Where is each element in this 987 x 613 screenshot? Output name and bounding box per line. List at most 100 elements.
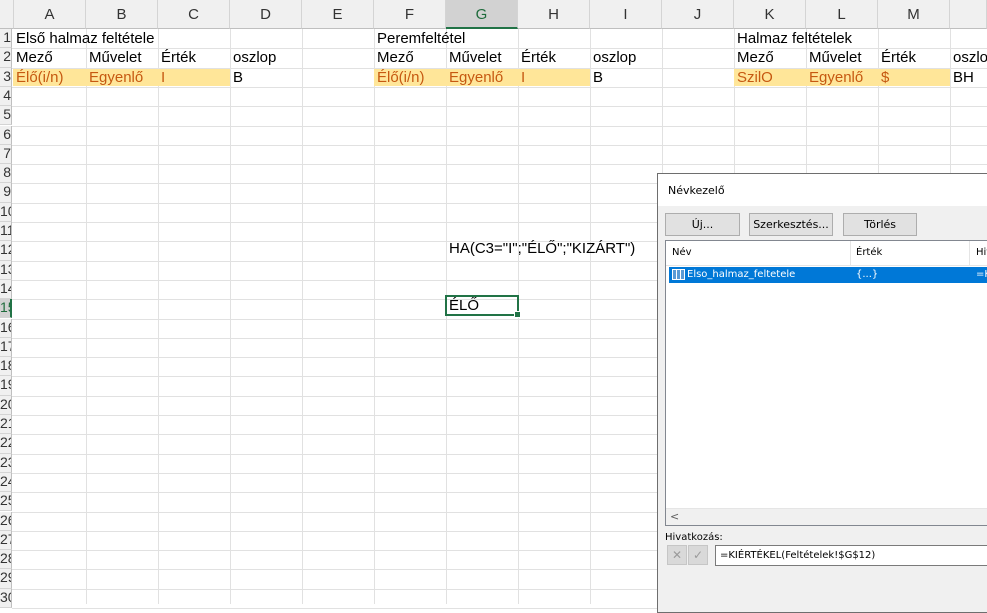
scroll-left-icon[interactable]: < [670, 510, 679, 523]
row-header-7[interactable]: 7 [0, 144, 12, 165]
column-header-H[interactable]: H [518, 0, 590, 29]
row-header-15[interactable]: 15 [0, 299, 12, 319]
names-list[interactable]: Név Érték Hiv Elso_halmaz_feltetele {...… [665, 240, 987, 526]
cell-L3[interactable]: Egyenlő [806, 69, 878, 86]
column-header-E[interactable]: E [302, 0, 374, 29]
cell-H2[interactable]: Érték [518, 49, 556, 66]
cell-A3[interactable]: Élő(i/n) [13, 69, 86, 86]
cell-H3[interactable]: I [518, 69, 590, 86]
cell-K3[interactable]: SzilO [734, 69, 806, 86]
cell-N3[interactable]: BH [950, 69, 974, 86]
cell-F2[interactable]: Mező [374, 49, 414, 66]
cell-G3[interactable]: Egyenlő [446, 69, 518, 86]
column-header-F[interactable]: F [374, 0, 446, 29]
cancel-edit-button[interactable]: ✕ [667, 545, 687, 565]
row-header-30[interactable]: 30 [0, 588, 12, 608]
row-header-29[interactable]: 29 [0, 569, 12, 589]
delete-name-button[interactable]: Törlés [843, 213, 917, 236]
names-list-header: Név Érték Hiv [666, 241, 987, 266]
row-header-19[interactable]: 19 [0, 376, 12, 396]
row-header-11[interactable]: 11 [0, 222, 12, 242]
cell-A1[interactable]: Első halmaz feltétele [13, 30, 154, 47]
column-header-G[interactable]: G [446, 0, 518, 29]
row-header-3[interactable]: 3 [0, 67, 12, 87]
column-gridline [374, 29, 375, 604]
reference-label: Hivatkozás: [665, 532, 723, 543]
new-name-button[interactable]: Új... [665, 213, 740, 236]
confirm-edit-button[interactable]: ✓ [688, 545, 708, 565]
column-header-K[interactable]: K [734, 0, 806, 29]
active-cell-G15[interactable]: ÉLŐ [445, 295, 521, 318]
column-header-B[interactable]: B [86, 0, 158, 29]
column-value-header[interactable]: Érték [856, 241, 882, 265]
cell-F1[interactable]: Peremfeltétel [374, 30, 465, 47]
header-separator[interactable] [969, 241, 970, 265]
column-header-N[interactable] [950, 0, 987, 29]
cell-C2[interactable]: Érték [158, 49, 196, 66]
cell-C3[interactable]: I [158, 69, 230, 86]
column-header-A[interactable]: A [14, 0, 86, 29]
cell-L2[interactable]: Művelet [806, 49, 862, 66]
row-header-22[interactable]: 22 [0, 434, 12, 454]
row-header-13[interactable]: 13 [0, 260, 12, 280]
dialog-title: Névkezelő [668, 184, 725, 197]
row-header-26[interactable]: 26 [0, 511, 12, 531]
row-header-8[interactable]: 8 [0, 164, 12, 184]
cell-K1[interactable]: Halmaz feltételek [734, 30, 852, 47]
row-header-20[interactable]: 20 [0, 395, 12, 415]
cell-A2[interactable]: Mező [13, 49, 53, 66]
select-all-corner[interactable] [0, 0, 14, 29]
cell-G12[interactable]: HA(C3="I";"ÉLŐ";"KIZÁRT") [446, 240, 635, 257]
cell-I2[interactable]: oszlop [590, 49, 636, 66]
row-header-23[interactable]: 23 [0, 453, 12, 473]
row-header-1[interactable]: 1 [0, 29, 12, 49]
column-header-D[interactable]: D [230, 0, 302, 29]
name-row[interactable]: Elso_halmaz_feltetele {...} =K [669, 267, 987, 283]
row-header-28[interactable]: 28 [0, 550, 12, 570]
row-header-5[interactable]: 5 [0, 106, 12, 126]
cell-D2[interactable]: oszlop [230, 49, 276, 66]
column-gridline [86, 29, 87, 604]
table-name-icon [672, 269, 685, 280]
cell-F3[interactable]: Élő(i/n) [374, 69, 446, 86]
cell-D3[interactable]: B [230, 69, 243, 86]
column-header-J[interactable]: J [662, 0, 734, 29]
row-header-6[interactable]: 6 [0, 125, 12, 145]
fill-handle[interactable] [514, 311, 521, 318]
header-separator[interactable] [850, 241, 851, 265]
column-name-header[interactable]: Név [672, 241, 692, 265]
row-header-21[interactable]: 21 [0, 415, 12, 435]
row-header-2[interactable]: 2 [0, 48, 12, 68]
column-gridline [158, 29, 159, 604]
cell-G2[interactable]: Művelet [446, 49, 502, 66]
column-header-I[interactable]: I [590, 0, 662, 29]
row-header-25[interactable]: 25 [0, 492, 12, 512]
cell-K2[interactable]: Mező [734, 49, 774, 66]
row-header-14[interactable]: 14 [0, 279, 12, 300]
row-header-9[interactable]: 9 [0, 183, 12, 203]
cell-M2[interactable]: Érték [878, 49, 916, 66]
cell-B3[interactable]: Egyenlő [86, 69, 158, 86]
x-icon: ✕ [671, 548, 683, 562]
horizontal-scrollbar[interactable]: < [666, 508, 987, 525]
reference-input[interactable]: =KIÉRTÉKEL(Feltételek!$G$12) [715, 545, 987, 566]
row-header-10[interactable]: 10 [0, 202, 12, 222]
row-header-17[interactable]: 17 [0, 337, 12, 358]
cell-B2[interactable]: Művelet [86, 49, 142, 66]
cell-I3[interactable]: B [590, 69, 603, 86]
cell-M3[interactable]: $ [878, 69, 950, 86]
edit-name-button[interactable]: Szerkesztés... [749, 213, 833, 236]
column-gridline [590, 29, 591, 604]
column-header-C[interactable]: C [158, 0, 230, 29]
row-header-4[interactable]: 4 [0, 86, 12, 107]
column-header-L[interactable]: L [806, 0, 878, 29]
row-header-27[interactable]: 27 [0, 530, 12, 551]
column-header-M[interactable]: M [878, 0, 950, 29]
column-refers-header[interactable]: Hiv [976, 241, 987, 265]
row-header-18[interactable]: 18 [0, 357, 12, 377]
row-header-12[interactable]: 12 [0, 241, 12, 261]
cell-N2[interactable]: oszlo [950, 49, 987, 66]
name-manager-dialog: Névkezelő Új... Szerkesztés... Törlés Né… [657, 173, 987, 613]
row-header-24[interactable]: 24 [0, 472, 12, 493]
row-header-16[interactable]: 16 [0, 318, 12, 338]
